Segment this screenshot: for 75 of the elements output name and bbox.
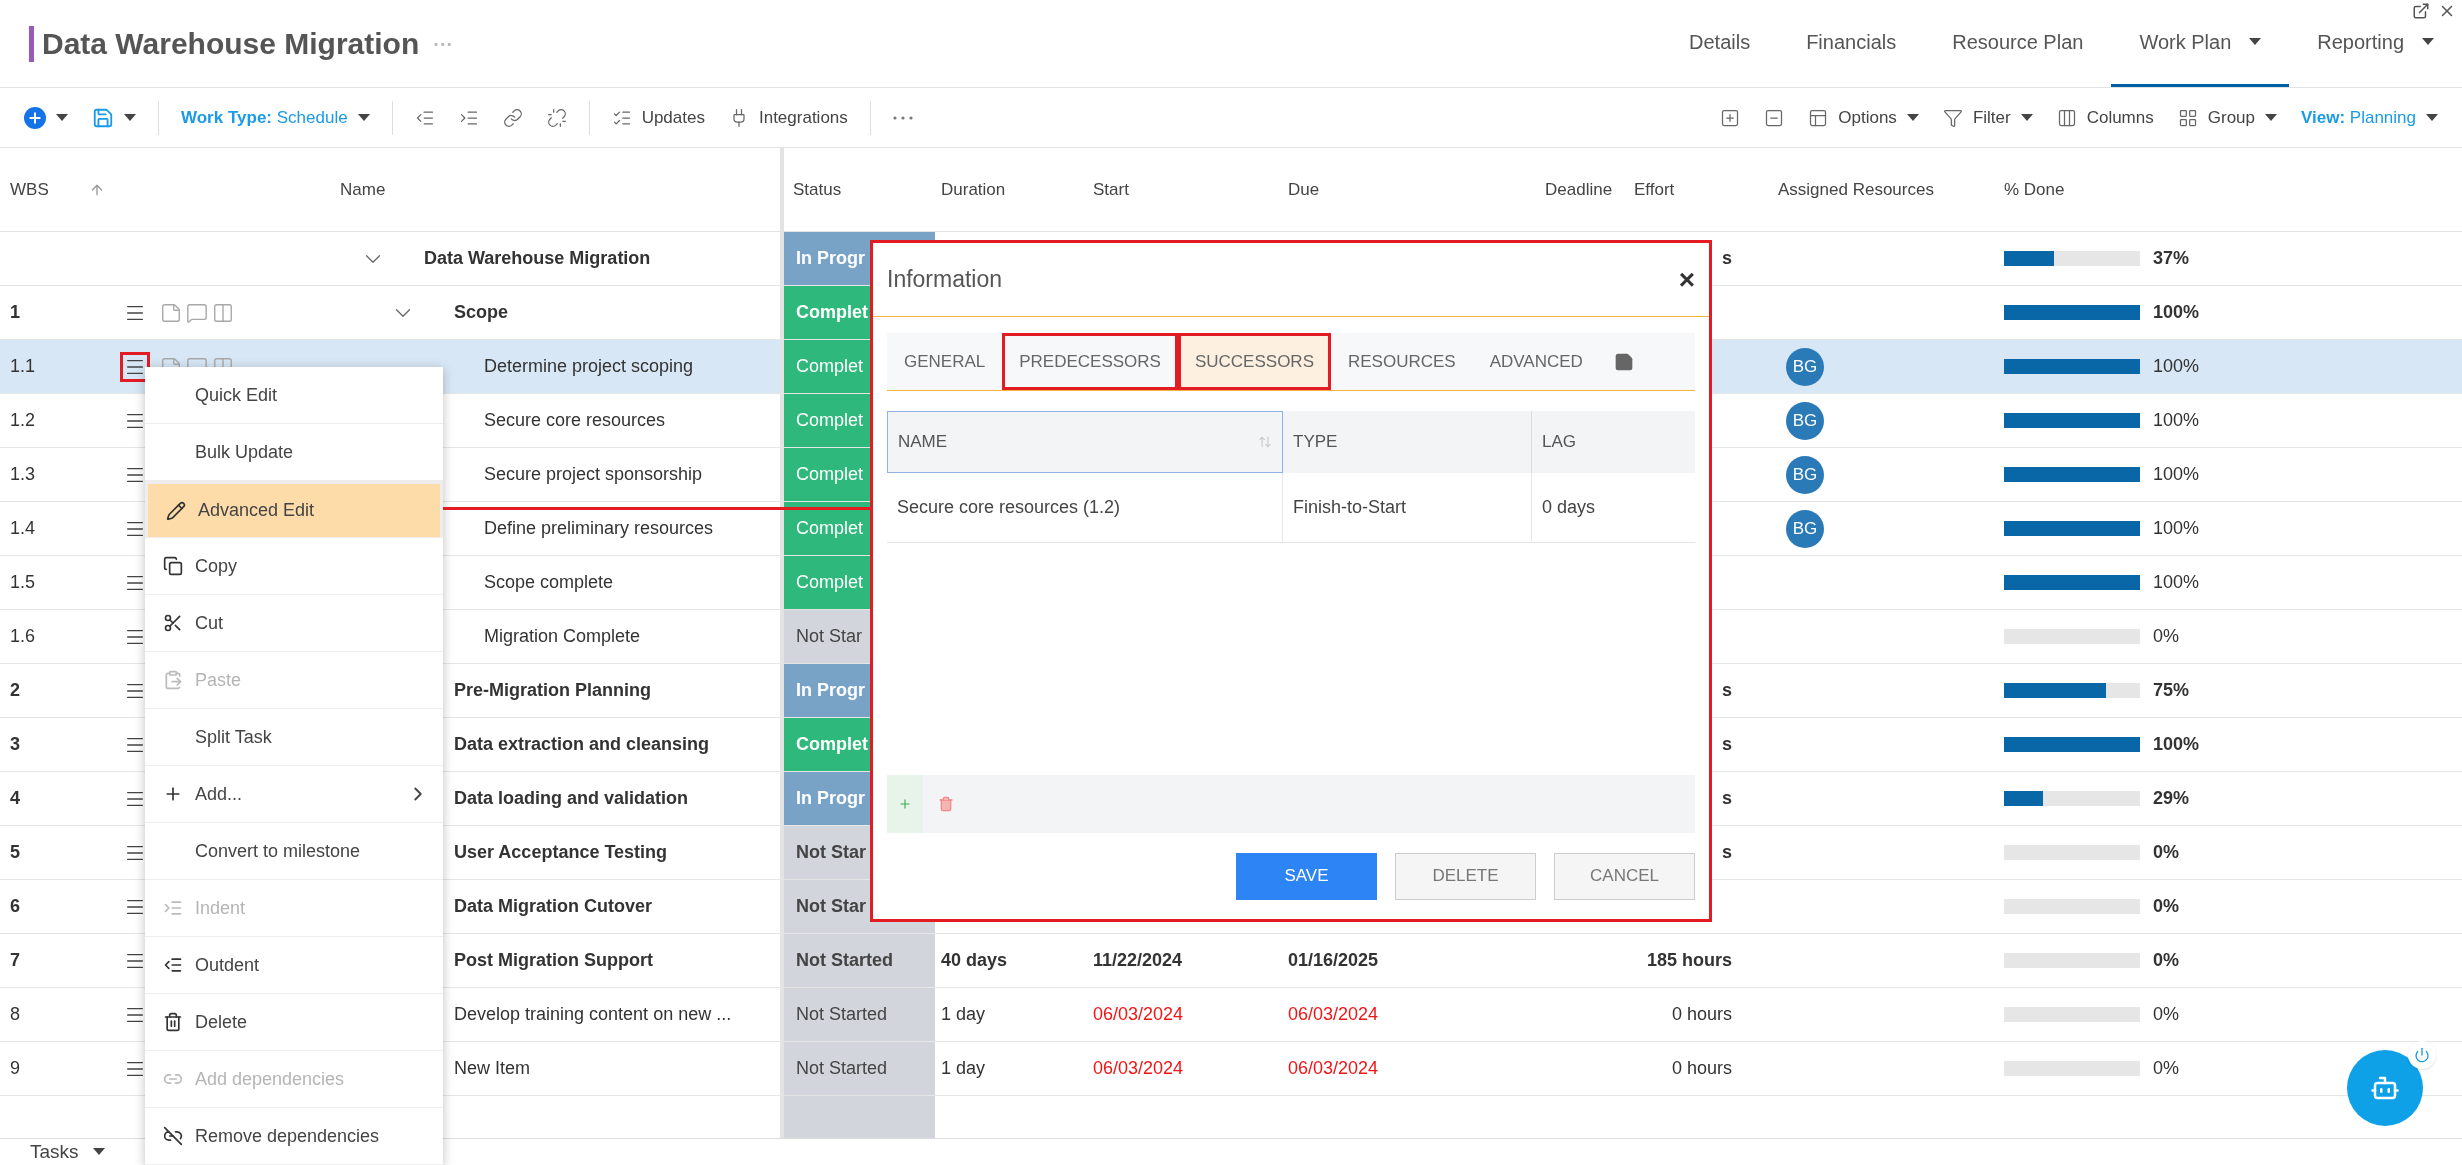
wbs-cell-text: 4 — [10, 787, 20, 810]
task-name: Post Migration Support — [454, 949, 653, 972]
percent-done: 0% — [2153, 895, 2179, 918]
table-cell: Finish-to-Start — [1283, 473, 1532, 542]
task-name: Data Warehouse Migration — [424, 247, 651, 270]
label: Work Type: — [181, 107, 272, 127]
task-name: Determine project scoping — [484, 355, 694, 378]
percent-done: 0% — [2153, 1003, 2179, 1026]
due-date: 01/16/2025 — [1288, 949, 1379, 972]
effort-cell-text: s — [1722, 679, 1732, 702]
wbs-cell-text: 1.3 — [10, 463, 36, 486]
percent-done: 100% — [2153, 571, 2200, 594]
task-name: Secure project sponsorship — [484, 463, 703, 486]
percent-done: 100% — [2153, 301, 2200, 324]
wbs-cell-text: 9 — [10, 1057, 20, 1080]
status-cell: Not Started — [784, 1042, 935, 1095]
wbs-cell-text: 1.4 — [10, 517, 36, 540]
percent-done: 75% — [2153, 679, 2190, 702]
status-cell: Not Started — [784, 988, 935, 1041]
wbs-cell-text: 1 — [10, 301, 20, 324]
start-date: 06/03/2024 — [1093, 1057, 1184, 1080]
percent-done: 100% — [2153, 733, 2200, 756]
task-name: Secure core resources — [484, 409, 666, 432]
percent-done: 100% — [2153, 463, 2200, 486]
wbs-cell-text: 5 — [10, 841, 20, 864]
percent-done: 0% — [2153, 841, 2179, 864]
percent-done: 100% — [2153, 517, 2200, 540]
task-name: Data extraction and cleansing — [454, 733, 710, 756]
wbs-cell-text: 1.6 — [10, 625, 36, 648]
percent-done: 0% — [2153, 949, 2179, 972]
due-date: 06/03/2024 — [1288, 1003, 1379, 1026]
task-name: Data loading and validation — [454, 787, 689, 810]
effort-cell-text: 0 hours — [1671, 1003, 1732, 1026]
value: Planning — [2349, 107, 2416, 127]
percent-done: 0% — [2153, 625, 2179, 648]
percent-done: 29% — [2153, 787, 2190, 810]
start-date: 06/03/2024 — [1093, 1003, 1184, 1026]
table-cell-text: 0 days — [1541, 496, 1597, 519]
duration-cell-text: 40 days — [941, 949, 1008, 972]
percent-done: 37% — [2153, 247, 2190, 270]
status-cell: Not Started — [784, 934, 935, 987]
due-date: 06/03/2024 — [1288, 1057, 1379, 1080]
value: Schedule — [276, 107, 348, 127]
duration-cell-text: 1 day — [941, 1003, 986, 1026]
start-date: 11/22/2024 — [1093, 949, 1183, 972]
task-name: Migration Complete — [484, 625, 641, 648]
wbs-cell-text: 8 — [10, 1003, 20, 1026]
table-cell: Secure core resources (1.2) — [887, 473, 1283, 542]
wbs-cell-text: 2 — [10, 679, 20, 702]
wbs-cell-text: 1.1 — [10, 355, 36, 378]
percent-done: 100% — [2153, 355, 2200, 378]
wbs-cell-text: 3 — [10, 733, 20, 756]
wbs-cell-text: 7 — [10, 949, 20, 972]
effort-cell-text: s — [1722, 841, 1732, 864]
effort-cell-text: s — [1722, 787, 1732, 810]
wbs-cell-text: 6 — [10, 895, 20, 918]
project-title: Data Warehouse Migration — [42, 26, 420, 62]
wbs-cell-text: 1.5 — [10, 571, 36, 594]
label: View: — [2301, 107, 2346, 127]
effort-cell-text: s — [1722, 247, 1732, 270]
wbs-cell-text: 1.2 — [10, 409, 36, 432]
task-name: Scope complete — [484, 571, 614, 594]
percent-done: 0% — [2153, 1057, 2179, 1080]
task-name: Develop training content on new ... — [454, 1003, 732, 1026]
effort-cell-text: 185 hours — [1646, 949, 1732, 972]
task-name: New Item — [454, 1057, 531, 1080]
task-name: Define preliminary resources — [484, 517, 714, 540]
effort-cell-text: s — [1722, 733, 1732, 756]
task-name: Scope — [454, 301, 509, 324]
task-name: User Acceptance Testing — [454, 841, 668, 864]
duration-cell-text: 1 day — [941, 1057, 986, 1080]
task-name: Pre-Migration Planning — [454, 679, 651, 702]
percent-done: 100% — [2153, 409, 2200, 432]
effort-cell-text: 0 hours — [1671, 1057, 1732, 1080]
task-name: Data Migration Cutover — [454, 895, 653, 918]
